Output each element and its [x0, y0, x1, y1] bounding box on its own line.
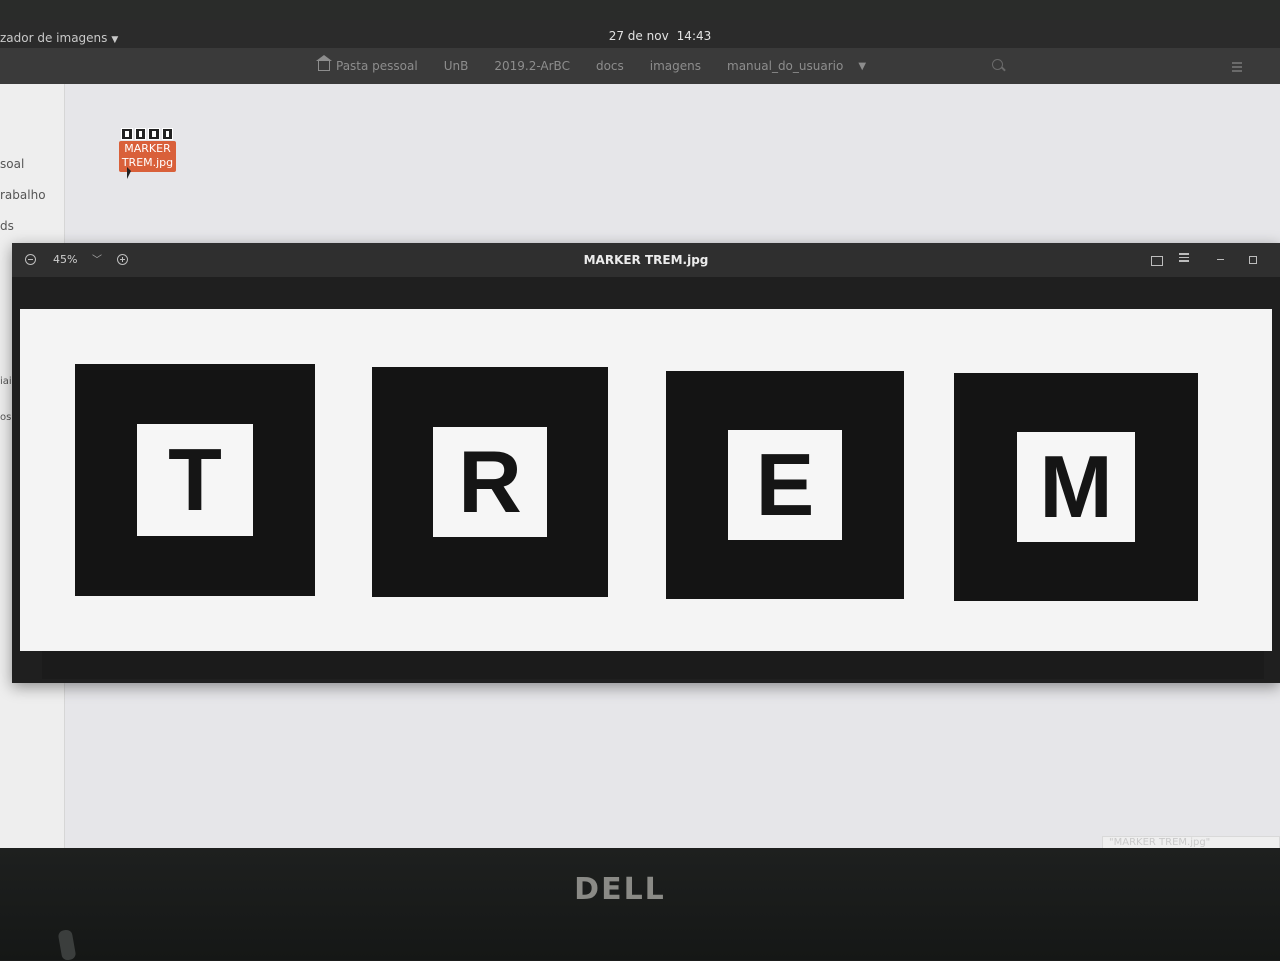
mouse-cursor-icon: [127, 167, 131, 179]
breadcrumb-item[interactable]: imagens: [637, 56, 714, 76]
marker-letter: M: [1039, 436, 1113, 536]
home-icon: [316, 55, 332, 71]
screen: zador de imagens ▼ 27 de nov 14:43 Pasta p…: [0, 20, 1280, 848]
marker-inner: T: [137, 424, 253, 536]
viewer-title-bar: 45% ﹀ MARKER TREM.jpg: [12, 243, 1280, 277]
window-title: MARKER TREM.jpg: [583, 253, 709, 267]
breadcrumb-label: Pasta pessoal: [336, 59, 418, 73]
breadcrumb: Pasta pessoal UnB 2019.2-ArBC docs image…: [305, 55, 866, 77]
caret-down-icon: ▼: [111, 35, 119, 45]
marker-inner: E: [727, 430, 843, 540]
marker-inner: R: [433, 426, 547, 538]
marker-letter: E: [755, 434, 815, 534]
file-thumbnail[interactable]: [121, 128, 173, 140]
slideshow-icon[interactable]: [1151, 256, 1163, 266]
viewer-bottom-strip: [42, 651, 1264, 679]
app-menu[interactable]: zador de imagens ▼: [0, 31, 118, 45]
marker-letter: T: [168, 429, 222, 529]
breadcrumb-home[interactable]: Pasta pessoal: [305, 55, 431, 76]
clock-date: 27 de nov: [608, 29, 669, 43]
file-manager-header: Pasta pessoal UnB 2019.2-ArBC docs image…: [0, 48, 1280, 84]
marker-tile: T: [75, 364, 315, 596]
image-viewer-window: 45% ﹀ MARKER TREM.jpg T R E M: [12, 243, 1280, 683]
minimize-icon[interactable]: [1217, 259, 1224, 261]
sidebar-item[interactable]: soal: [0, 157, 24, 171]
breadcrumb-item[interactable]: 2019.2-ArBC: [481, 56, 583, 76]
marker-inner: M: [1017, 432, 1135, 542]
clock[interactable]: 27 de nov 14:43: [600, 29, 720, 43]
menu-icon[interactable]: [1179, 253, 1189, 264]
breadcrumb-item[interactable]: UnB: [431, 56, 482, 76]
sidebar-item[interactable]: rabalho: [0, 188, 46, 202]
marker-tile: E: [666, 371, 904, 599]
marker-tile: M: [954, 373, 1198, 601]
dell-logo: DELL: [574, 872, 666, 907]
status-toast: "MARKER TREM.jpg" selecionado: [1102, 836, 1280, 848]
monitor-bezel-top: [0, 0, 1280, 20]
path-dropdown-icon[interactable]: ▼: [858, 61, 866, 72]
maximize-icon[interactable]: [1249, 256, 1257, 264]
clock-time: 14:43: [676, 29, 712, 43]
hamburger-menu-icon[interactable]: [1232, 62, 1242, 74]
breadcrumb-item[interactable]: docs: [583, 56, 637, 76]
marker-tile: R: [372, 367, 608, 597]
breadcrumb-item-current[interactable]: manual_do_usuario: [714, 56, 856, 76]
search-icon[interactable]: [992, 59, 1003, 70]
marker-letter: R: [458, 431, 522, 531]
sidebar-item[interactable]: ds: [0, 219, 14, 233]
marker-image: T R E M: [20, 309, 1272, 651]
file-name-line1: MARKER: [124, 142, 171, 155]
app-menu-label: zador de imagens: [0, 31, 108, 45]
